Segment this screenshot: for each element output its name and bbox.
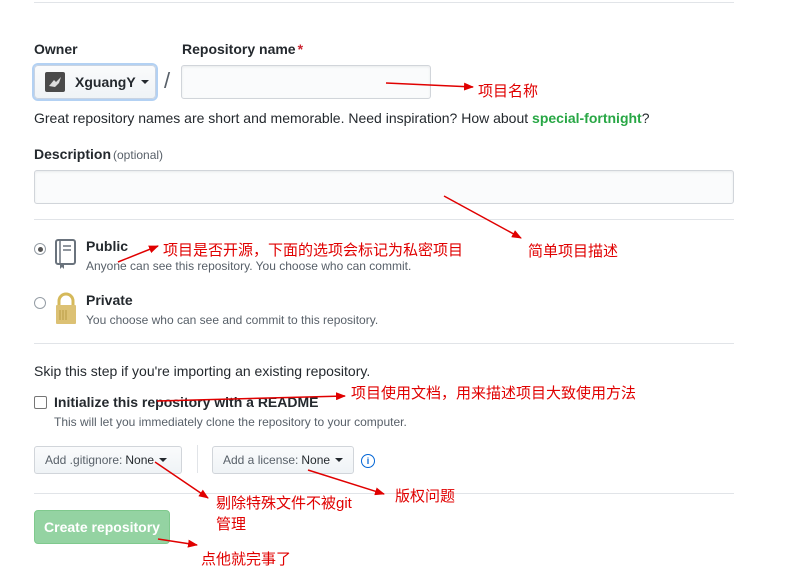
annotation-create: 点他就完事了 bbox=[201, 551, 292, 568]
arrow-description bbox=[443, 195, 522, 239]
annotation-name: 项目名称 bbox=[478, 83, 539, 100]
new-repository-form: Owner XguangY / Repository name * Great r… bbox=[0, 0, 809, 571]
arrow-license bbox=[307, 469, 385, 496]
arrow-public bbox=[117, 245, 159, 263]
arrow-create bbox=[157, 538, 198, 548]
annotation-description: 简单项目描述 bbox=[528, 243, 619, 260]
annotation-license: 版权问题 bbox=[395, 488, 456, 505]
arrow-gitignore bbox=[154, 461, 209, 499]
arrow-name bbox=[385, 82, 474, 91]
annotation-public: 项目是否开源，下面的选项会标记为私密项目 bbox=[163, 242, 464, 259]
arrow-readme bbox=[156, 392, 346, 402]
annotation-gitignore-line1: 剔除特殊文件不被git bbox=[216, 495, 352, 512]
annotation-readme: 项目使用文档，用来描述项目大致使用方法 bbox=[351, 385, 637, 402]
annotation-gitignore-line2: 管理 bbox=[216, 516, 247, 533]
